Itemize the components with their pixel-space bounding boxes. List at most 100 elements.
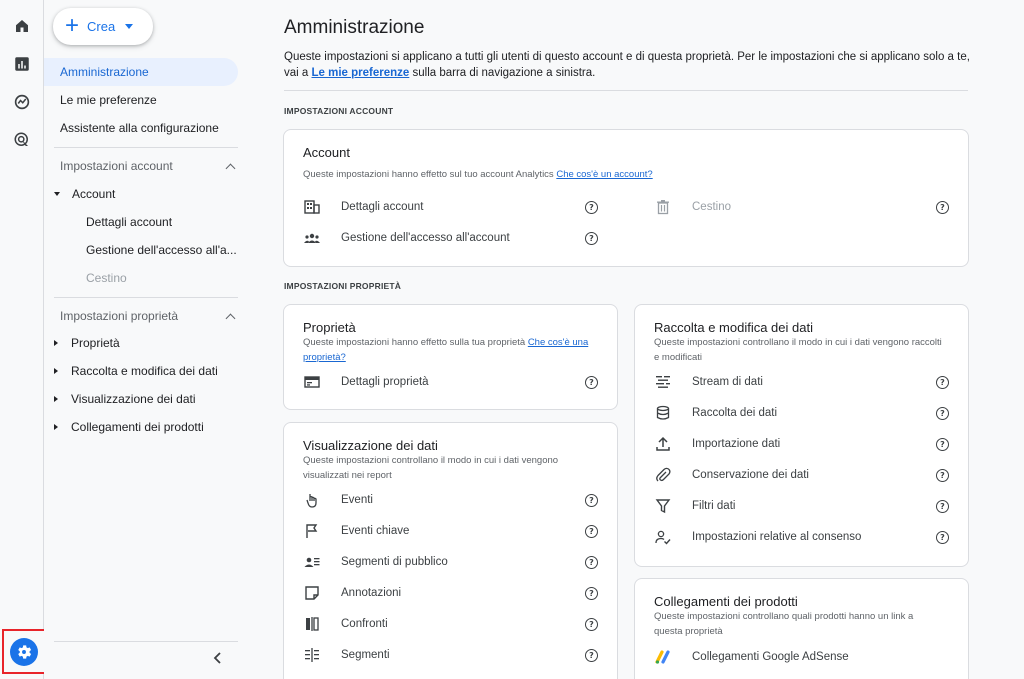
card-title: Account	[303, 145, 350, 160]
help-icon[interactable]: ?	[936, 469, 949, 482]
row-events[interactable]: Eventi	[303, 489, 373, 511]
row-account-details[interactable]: Dettagli account	[303, 196, 423, 218]
help-icon[interactable]: ?	[936, 201, 949, 214]
chevron-up-icon	[225, 163, 236, 173]
divider	[54, 641, 238, 642]
row-data-retention[interactable]: Conservazione dei dati	[654, 464, 809, 486]
row-access-management[interactable]: Gestione dell'accesso all'account	[303, 227, 510, 249]
card-description-text: Queste impostazioni hanno effetto sul tu…	[303, 169, 554, 180]
nav-group-label: Proprietà	[71, 336, 120, 350]
account-card: Account Queste impostazioni hanno effett…	[283, 129, 969, 267]
nav-group-property[interactable]: Proprietà	[44, 329, 238, 357]
main-content: Amministrazione Queste impostazioni si a…	[252, 0, 1024, 679]
help-icon[interactable]: ?	[585, 201, 598, 214]
explore-icon[interactable]	[12, 92, 32, 112]
card-title: Raccolta e modifica dei dati	[654, 320, 813, 335]
gear-icon[interactable]	[10, 637, 38, 666]
nav-group-account[interactable]: Account	[44, 180, 238, 208]
icon-rail	[0, 0, 46, 679]
create-button[interactable]: + Crea	[53, 8, 153, 45]
note-icon	[303, 584, 321, 602]
help-icon[interactable]: ?	[936, 531, 949, 544]
advertising-icon[interactable]	[12, 130, 32, 150]
building-icon	[303, 198, 321, 216]
row-adsense-links[interactable]: Collegamenti Google AdSense	[654, 646, 849, 668]
row-label: Segmenti di pubblico	[341, 556, 448, 568]
what-is-account-link[interactable]: Che cos'è un account?	[556, 169, 652, 180]
row-label: Gestione dell'accesso all'account	[341, 232, 510, 244]
row-key-events[interactable]: Eventi chiave	[303, 520, 409, 542]
row-label: Cestino	[692, 201, 731, 213]
property-card: Proprietà Queste impostazioni hanno effe…	[283, 304, 618, 410]
trash-icon	[654, 198, 672, 216]
help-icon[interactable]: ?	[936, 376, 949, 389]
data-display-card: Visualizzazione dei dati Queste impostaz…	[283, 422, 618, 679]
admin-gear-highlight[interactable]	[2, 629, 46, 674]
row-data-import[interactable]: Importazione dati	[654, 433, 780, 455]
help-icon[interactable]: ?	[936, 500, 949, 513]
nav-group-data-collection[interactable]: Raccolta e modifica dei dati	[44, 357, 238, 385]
help-icon[interactable]: ?	[585, 587, 598, 600]
help-icon[interactable]: ?	[585, 376, 598, 389]
row-label: Importazione dati	[692, 438, 781, 450]
nav-group-product-links[interactable]: Collegamenti dei prodotti	[44, 413, 238, 441]
row-label: Impostazioni relative al consenso	[692, 531, 862, 543]
nav-item-access-management[interactable]: Gestione dell'accesso all'a...	[44, 236, 238, 264]
card-description: Queste impostazioni controllano quali pr…	[654, 611, 914, 637]
section-account-settings-label: Impostazioni account	[60, 159, 173, 173]
row-data-filters[interactable]: Filtri dati	[654, 495, 735, 517]
row-consent-settings[interactable]: Impostazioni relative al consenso	[654, 526, 861, 548]
group-icon	[303, 229, 321, 247]
collapse-chevron-left-icon[interactable]	[212, 652, 224, 664]
row-label: Collegamenti Google AdSense	[692, 651, 849, 663]
help-icon[interactable]: ?	[585, 525, 598, 538]
product-links-card: Collegamenti dei prodotti Queste imposta…	[634, 578, 969, 679]
account-settings-label: IMPOSTAZIONI ACCOUNT	[284, 106, 394, 116]
row-label: Dettagli account	[341, 201, 424, 213]
nav-group-data-display[interactable]: Visualizzazione dei dati	[44, 385, 238, 413]
expand-right-icon	[54, 340, 58, 346]
row-data-collection[interactable]: Raccolta dei dati	[654, 402, 777, 424]
help-icon[interactable]: ?	[585, 232, 598, 245]
description-text: sulla barra di navigazione a sinistra.	[412, 67, 596, 79]
help-icon[interactable]: ?	[585, 618, 598, 631]
segments-icon	[303, 646, 321, 664]
nav-item-setup-assistant[interactable]: Assistente alla configurazione	[44, 114, 238, 142]
row-label: Eventi	[341, 494, 373, 506]
page-description: Queste impostazioni si applicano a tutti…	[284, 49, 984, 81]
divider	[54, 297, 238, 298]
help-icon[interactable]: ?	[585, 556, 598, 569]
section-property-settings-label: Impostazioni proprietà	[60, 309, 179, 323]
row-audiences[interactable]: Segmenti di pubblico	[303, 551, 448, 573]
adsense-icon	[654, 648, 672, 666]
nav-item-trash[interactable]: Cestino	[44, 264, 238, 292]
my-preferences-link[interactable]: Le mie preferenze	[312, 67, 410, 79]
reports-icon[interactable]	[12, 54, 32, 74]
help-icon[interactable]: ?	[585, 494, 598, 507]
row-label: Dettagli proprietà	[341, 376, 429, 388]
nav-item-preferences[interactable]: Le mie preferenze	[44, 86, 238, 114]
help-icon[interactable]: ?	[585, 649, 598, 662]
row-label: Stream di dati	[692, 376, 763, 388]
row-comparisons[interactable]: Confronti	[303, 613, 388, 635]
row-annotations[interactable]: Annotazioni	[303, 582, 401, 604]
expand-right-icon	[54, 424, 58, 430]
help-icon[interactable]: ?	[936, 438, 949, 451]
clip-icon	[654, 466, 672, 484]
row-data-streams[interactable]: Stream di dati	[654, 371, 763, 393]
row-trash[interactable]: Cestino	[654, 196, 731, 218]
upload-icon	[654, 435, 672, 453]
compare-icon	[303, 615, 321, 633]
nav-item-account-details[interactable]: Dettagli account	[44, 208, 238, 236]
section-account-settings[interactable]: Impostazioni account	[60, 159, 238, 173]
section-property-settings[interactable]: Impostazioni proprietà	[60, 309, 238, 323]
caret-down-icon	[125, 24, 134, 29]
nav-item-admin[interactable]: Amministrazione	[44, 58, 238, 86]
row-segments[interactable]: Segmenti	[303, 644, 390, 666]
row-property-details[interactable]: Dettagli proprietà	[303, 371, 429, 393]
page-title: Amministrazione	[284, 17, 425, 38]
create-label: Crea	[87, 19, 116, 34]
card-description: Queste impostazioni hanno effetto sul tu…	[303, 167, 653, 182]
home-icon[interactable]	[12, 16, 32, 36]
help-icon[interactable]: ?	[936, 407, 949, 420]
